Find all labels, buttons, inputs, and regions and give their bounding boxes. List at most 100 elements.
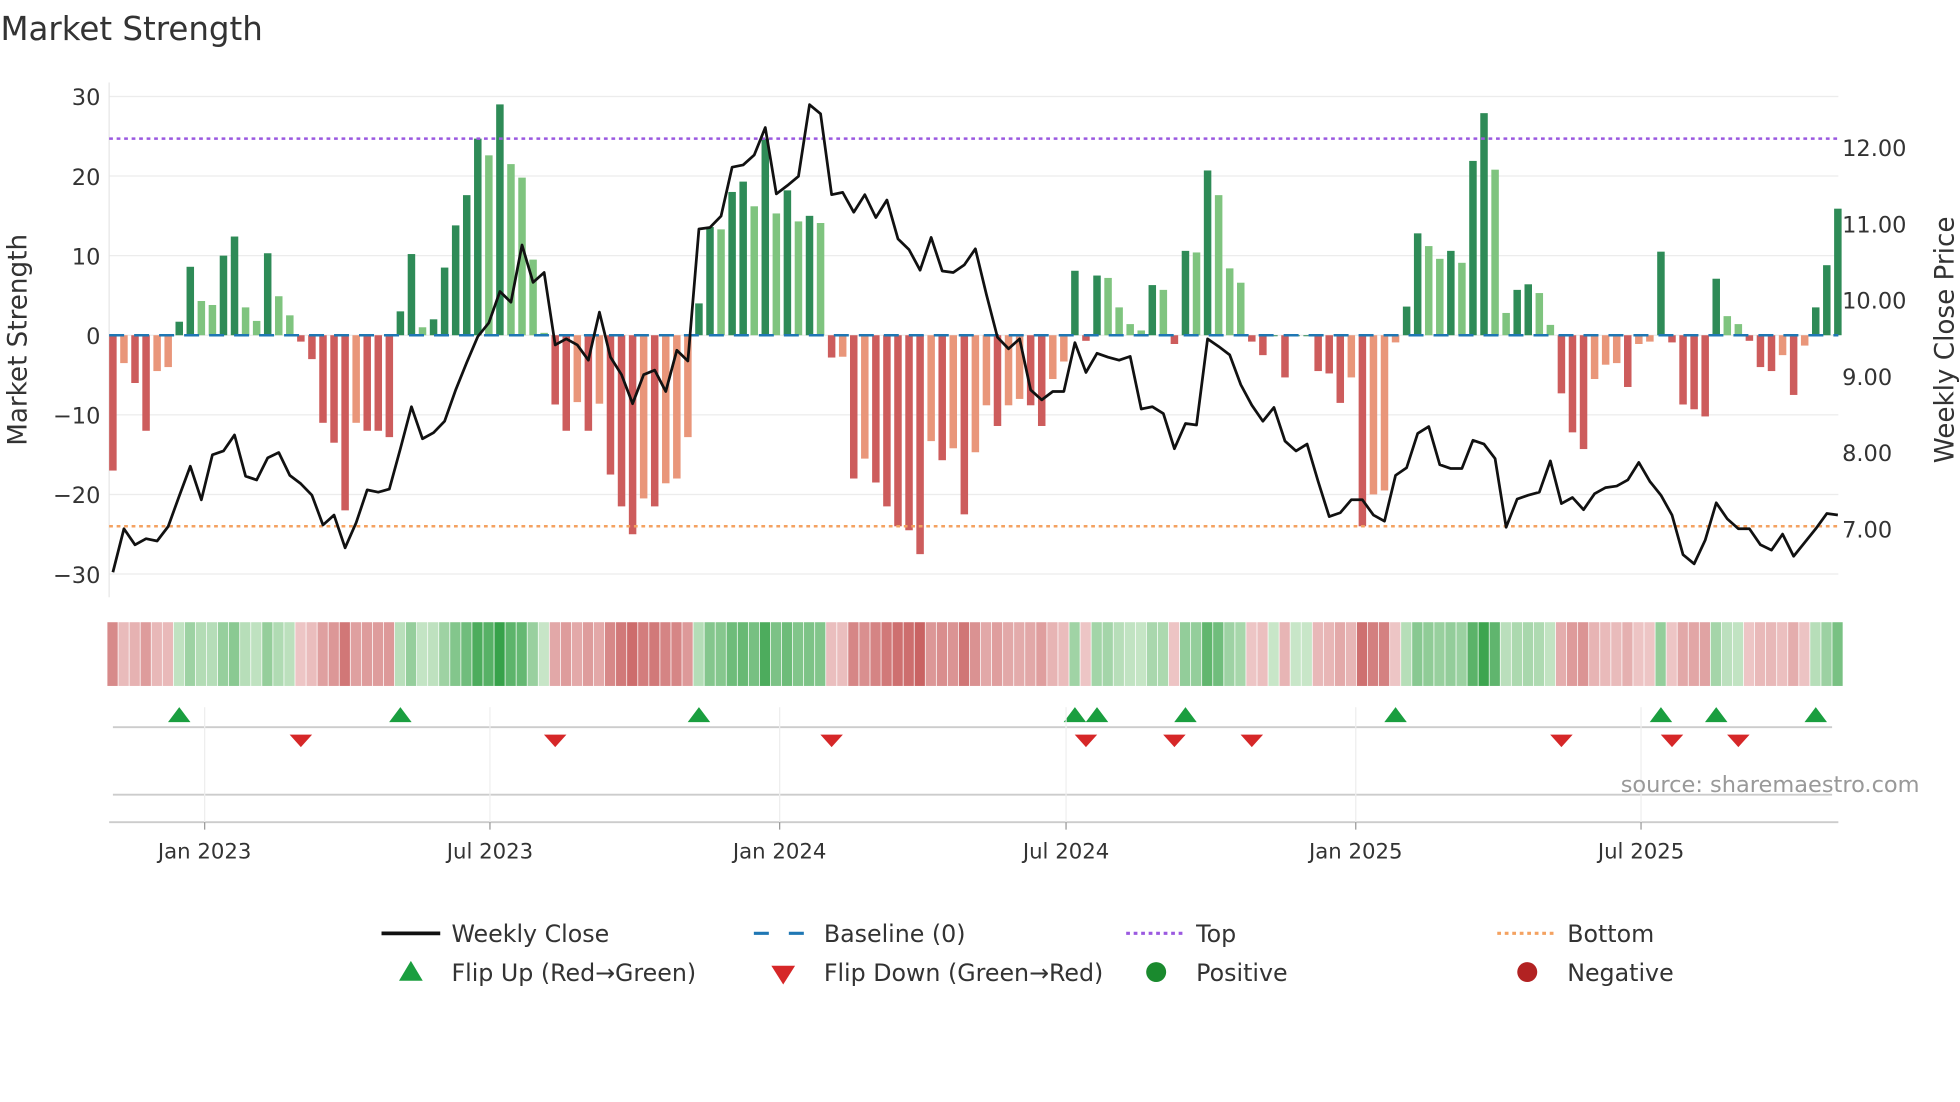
heat-cell bbox=[405, 622, 417, 686]
strength-bar bbox=[330, 335, 338, 443]
heat-cell bbox=[748, 622, 760, 686]
heat-cell bbox=[284, 622, 295, 686]
heat-cell bbox=[1323, 622, 1335, 686]
strength-bar bbox=[1601, 335, 1610, 365]
strength-bar bbox=[1800, 335, 1809, 346]
strength-bar bbox=[1380, 335, 1389, 491]
strength-bar bbox=[706, 226, 714, 336]
strength-bar bbox=[1358, 335, 1367, 527]
heat-cell bbox=[1655, 622, 1666, 686]
strength-bar bbox=[1734, 324, 1743, 336]
strength-bar bbox=[1026, 335, 1035, 406]
heat-cell bbox=[1257, 622, 1268, 686]
heat-cell bbox=[1699, 622, 1710, 686]
strength-bar bbox=[1060, 335, 1068, 362]
heat-cell bbox=[1412, 622, 1423, 686]
heat-cell bbox=[859, 622, 870, 686]
heat-cell bbox=[1777, 622, 1788, 686]
y-tick-label: 30 bbox=[72, 85, 101, 111]
strength-bar bbox=[1369, 335, 1378, 495]
strength-bar bbox=[849, 335, 858, 479]
strength-bar bbox=[650, 335, 659, 507]
heat-cell bbox=[240, 622, 251, 686]
strength-bar bbox=[1159, 289, 1168, 336]
legend-label: Positive bbox=[1196, 959, 1287, 987]
heat-cell bbox=[693, 622, 704, 686]
strength-bar bbox=[1413, 233, 1422, 336]
strength-bar bbox=[1347, 335, 1356, 378]
strength-bar bbox=[1281, 335, 1289, 378]
heat-cell bbox=[980, 622, 992, 686]
strength-bar bbox=[1424, 246, 1433, 336]
heat-cell bbox=[1080, 622, 1091, 686]
strength-bar bbox=[1115, 307, 1123, 336]
strength-bar bbox=[1690, 335, 1698, 410]
strength-bar bbox=[1126, 324, 1134, 336]
legend-item: Flip Down (Green→Red) bbox=[771, 959, 1103, 987]
heat-cell bbox=[1688, 622, 1699, 686]
heat-cell bbox=[428, 622, 439, 686]
heat-cell bbox=[450, 622, 461, 686]
y2-tick-label: 10.00 bbox=[1842, 289, 1906, 315]
heat-cell bbox=[1279, 622, 1290, 686]
heat-cell bbox=[627, 622, 638, 686]
x-tick-label: Jul 2023 bbox=[445, 839, 533, 864]
strength-bar bbox=[1535, 293, 1544, 336]
heat-cell bbox=[1489, 622, 1500, 686]
heat-cell bbox=[1224, 622, 1235, 686]
heat-cell bbox=[770, 622, 782, 686]
strength-bar bbox=[905, 335, 913, 531]
heat-cell bbox=[848, 622, 859, 686]
heat-cell bbox=[1600, 622, 1611, 686]
heat-cell bbox=[1268, 622, 1279, 686]
strength-bar bbox=[1823, 265, 1831, 336]
heat-cell bbox=[560, 622, 572, 686]
heat-cell bbox=[317, 622, 328, 686]
strength-bar bbox=[1513, 289, 1521, 336]
strength-bar bbox=[485, 155, 493, 336]
strength-bar bbox=[1679, 335, 1687, 405]
legend-item: Top bbox=[1126, 920, 1236, 948]
strength-bar bbox=[1225, 268, 1234, 336]
strength-bar bbox=[1712, 278, 1720, 336]
heat-cell bbox=[1799, 622, 1810, 686]
strength-bar bbox=[1104, 277, 1112, 336]
strength-bar bbox=[739, 181, 747, 336]
strength-bar bbox=[385, 335, 394, 438]
strength-bar bbox=[772, 213, 781, 336]
heat-cell bbox=[1113, 622, 1124, 686]
strength-bar bbox=[662, 335, 670, 484]
heat-cell bbox=[1478, 622, 1489, 686]
x-tick-label: Jan 2024 bbox=[731, 839, 827, 864]
strength-bars bbox=[109, 104, 1842, 555]
circle-icon bbox=[1517, 962, 1538, 983]
heat-cell bbox=[328, 622, 339, 686]
heat-cell bbox=[461, 622, 472, 686]
y2-tick-label: 7.00 bbox=[1842, 518, 1892, 544]
heat-cell bbox=[682, 622, 693, 686]
strength-bar bbox=[1546, 324, 1555, 336]
strength-bar bbox=[308, 335, 316, 360]
strength-bar bbox=[219, 255, 228, 336]
strength-bar bbox=[1480, 113, 1488, 336]
circle-icon bbox=[1146, 962, 1167, 983]
heat-cell bbox=[1622, 622, 1633, 686]
strength-bar bbox=[451, 225, 460, 336]
legend-label: Flip Up (Red→Green) bbox=[451, 959, 696, 987]
heat-cell bbox=[1743, 622, 1755, 686]
strength-bar bbox=[750, 206, 758, 336]
y-tick-label: −10 bbox=[53, 404, 100, 430]
strength-bar bbox=[153, 335, 161, 372]
legend-item: Weekly Close bbox=[381, 920, 609, 948]
flip-down-marker bbox=[1727, 734, 1750, 748]
heat-cell bbox=[759, 622, 771, 686]
x-tick-label: Jan 2025 bbox=[1307, 839, 1403, 864]
heat-cell bbox=[671, 622, 682, 686]
heat-cell bbox=[1390, 622, 1401, 686]
flip-down-marker bbox=[1074, 734, 1098, 748]
flip-markers bbox=[112, 707, 1833, 796]
y-axis-label: Market Strength bbox=[4, 234, 34, 446]
strength-bar bbox=[938, 335, 946, 461]
heat-cell bbox=[649, 622, 660, 686]
heat-cell bbox=[1611, 622, 1622, 686]
